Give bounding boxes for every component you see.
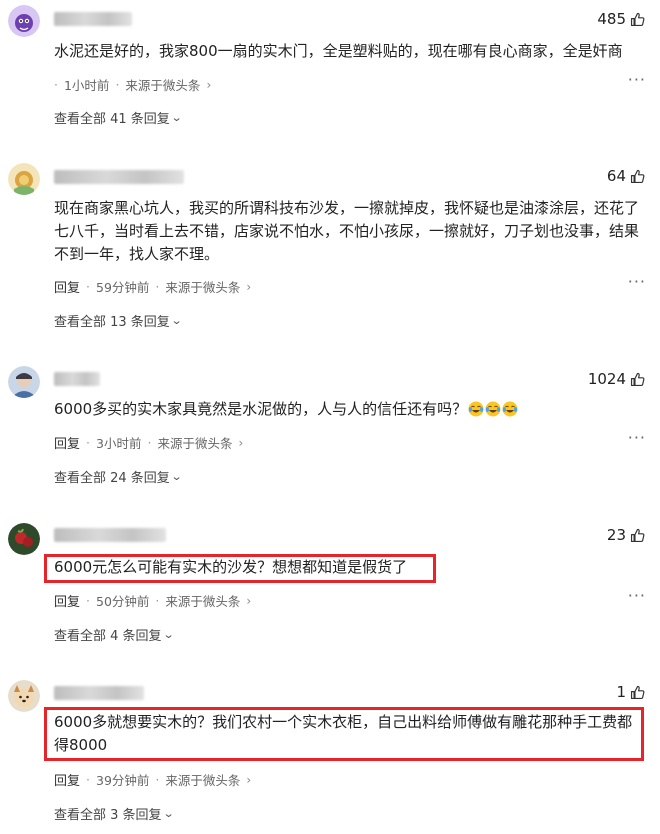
comment-source[interactable]: 来源于微头条	[165, 770, 240, 789]
comment-source[interactable]: 来源于微头条	[125, 75, 200, 94]
view-all-replies-label: 查看全部 24 条回复	[54, 471, 170, 486]
comment-meta: 回复 · 50分钟前 · 来源于微头条 ›	[54, 591, 251, 610]
view-all-replies-link[interactable]: 查看全部 4 条回复 ⌄	[54, 625, 175, 644]
more-options-button[interactable]: ···	[628, 272, 646, 291]
view-all-replies-link[interactable]: 查看全部 41 条回复 ⌄	[54, 108, 183, 127]
chevron-down-icon: ⌄	[170, 314, 183, 327]
like-count: 1024	[587, 370, 626, 388]
username-blurred[interactable]	[54, 12, 132, 26]
chevron-down-icon: ⌄	[170, 111, 183, 124]
comment-meta: 回复 · 39分钟前 · 来源于微头条 ›	[54, 770, 251, 789]
crying-laughing-emoji-icon	[502, 401, 518, 417]
like-button[interactable]: 1024	[588, 370, 646, 388]
like-count: 1	[616, 683, 626, 701]
chevron-down-icon: ⌄	[170, 470, 183, 483]
separator-dot: ·	[147, 435, 152, 450]
comment-text-content: 6000多买的实木家具竟然是水泥做的，人与人的信任还有吗？	[54, 400, 468, 418]
separator-dot: ·	[86, 772, 90, 787]
view-all-replies-link[interactable]: 查看全部 13 条回复 ⌄	[54, 311, 183, 330]
like-count: 23	[606, 526, 626, 544]
view-all-replies-label: 查看全部 3 条回复	[54, 808, 162, 823]
separator-dot: ·	[54, 77, 58, 92]
view-all-replies-label: 查看全部 41 条回复	[54, 112, 170, 127]
like-button[interactable]: 64	[607, 167, 646, 185]
separator-dot: ·	[155, 593, 160, 608]
separator-dot: ·	[115, 77, 120, 92]
separator-dot: ·	[86, 279, 90, 294]
thumbs-up-icon	[630, 528, 645, 542]
comment-meta: · 1小时前 · 来源于微头条 ›	[54, 75, 211, 94]
chevron-right-icon: ›	[238, 435, 244, 450]
comment-text: 6000元怎么可能有实木的沙发？想想都知道是假货了	[54, 558, 408, 576]
thumbs-up-icon	[630, 685, 645, 699]
chevron-down-icon: ⌄	[162, 807, 175, 820]
chevron-right-icon: ›	[206, 77, 212, 92]
reply-button[interactable]: 回复	[54, 591, 80, 610]
comment-text: 现在商家黑心坑人，我买的所谓科技布沙发，一擦就掉皮，我怀疑也是油漆涂层，还花了七…	[54, 199, 640, 263]
comment-text: 水泥还是好的，我家800一扇的实木门，全是塑料贴的，现在哪有良心商家，全是奸商	[54, 42, 623, 60]
like-button[interactable]: 485	[597, 10, 646, 28]
comment-meta: 回复 · 3小时前 · 来源于微头条 ›	[54, 433, 243, 452]
chevron-down-icon: ⌄	[162, 628, 175, 641]
separator-dot: ·	[86, 435, 90, 450]
separator-dot: ·	[86, 593, 90, 608]
username-blurred[interactable]	[54, 528, 166, 542]
user-avatar[interactable]	[8, 680, 40, 712]
view-all-replies-label: 查看全部 13 条回复	[54, 315, 170, 330]
separator-dot: ·	[155, 772, 160, 787]
comment-time: 39分钟前	[96, 773, 150, 788]
username-blurred[interactable]	[54, 170, 184, 184]
like-button[interactable]: 23	[607, 526, 646, 544]
comment-source[interactable]: 来源于微头条	[157, 433, 232, 452]
username-blurred[interactable]	[54, 372, 100, 386]
crying-laughing-emoji-icon	[468, 401, 484, 417]
view-all-replies-link[interactable]: 查看全部 3 条回复 ⌄	[54, 804, 175, 823]
comment-item: 485 水泥还是好的，我家800一扇的实木门，全是塑料贴的，现在哪有良心商家，全…	[0, 0, 660, 135]
comment-text: 6000多就想要实木的？我们农村一个实木衣柜，自己出料给师傅做有雕花那种手工费都…	[54, 713, 633, 754]
like-count: 485	[597, 10, 626, 28]
more-options-button[interactable]: ···	[628, 586, 646, 605]
thumbs-up-icon	[630, 169, 645, 183]
username-blurred[interactable]	[54, 686, 144, 700]
comment-text: 6000多买的实木家具竟然是水泥做的，人与人的信任还有吗？	[54, 398, 644, 421]
reply-button[interactable]: 回复	[54, 433, 80, 452]
thumbs-up-icon	[630, 372, 645, 386]
comment-time: 50分钟前	[96, 594, 150, 609]
comment-time: 3小时前	[96, 436, 142, 451]
chevron-right-icon: ›	[246, 279, 252, 294]
comment-source[interactable]: 来源于微头条	[165, 591, 240, 610]
reply-button[interactable]: 回复	[54, 277, 80, 296]
user-avatar[interactable]	[8, 5, 40, 37]
comment-meta: 回复 · 59分钟前 · 来源于微头条 ›	[54, 277, 251, 296]
view-all-replies-label: 查看全部 4 条回复	[54, 629, 162, 644]
chevron-right-icon: ›	[246, 772, 252, 787]
user-avatar[interactable]	[8, 366, 40, 398]
more-options-button[interactable]: ···	[628, 70, 646, 89]
like-button[interactable]: 1	[616, 683, 646, 701]
reply-button[interactable]: 回复	[54, 770, 80, 789]
thumbs-up-icon	[630, 12, 645, 26]
like-count: 64	[606, 167, 626, 185]
more-options-button[interactable]: ···	[628, 428, 646, 447]
chevron-right-icon: ›	[246, 593, 252, 608]
comment-time: 1小时前	[63, 78, 110, 93]
comment-time: 59分钟前	[96, 280, 150, 295]
comment-source[interactable]: 来源于微头条	[165, 277, 240, 296]
crying-laughing-emoji-icon	[485, 401, 501, 417]
user-avatar[interactable]	[8, 163, 40, 195]
separator-dot: ·	[155, 279, 160, 294]
user-avatar[interactable]	[8, 523, 40, 555]
view-all-replies-link[interactable]: 查看全部 24 条回复 ⌄	[54, 467, 183, 486]
